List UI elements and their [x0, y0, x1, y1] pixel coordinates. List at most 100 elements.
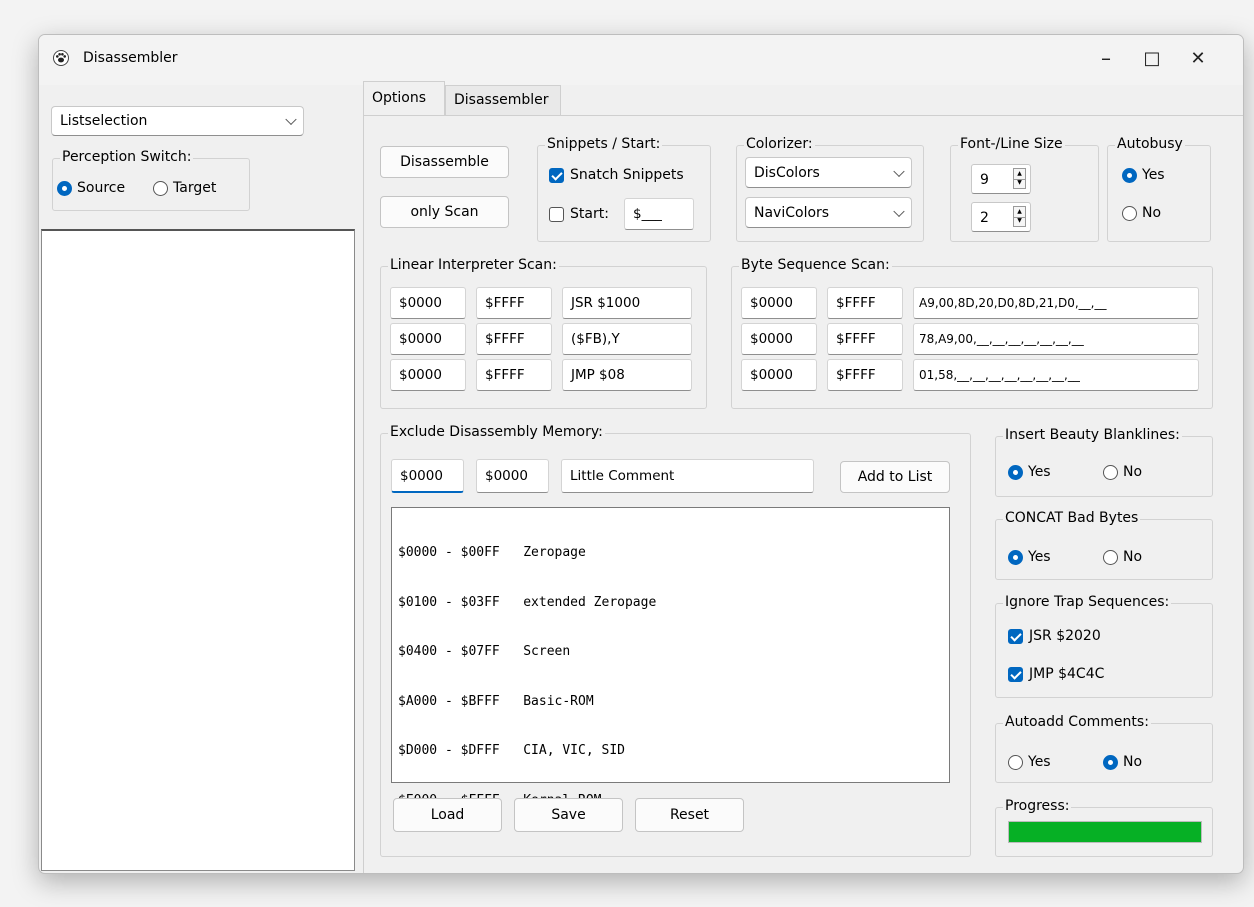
disassemble-label: Disassemble — [400, 154, 489, 170]
chevron-down-icon — [285, 113, 297, 126]
tab-options[interactable]: Options — [363, 81, 445, 115]
exclude-comment-input[interactable]: Little Comment — [561, 459, 814, 493]
disassemble-button[interactable]: Disassemble — [380, 146, 509, 178]
beauty-no-radio[interactable]: No — [1103, 464, 1142, 480]
linear-to-input[interactable]: $FFFF — [476, 287, 552, 319]
byte-to-value: $FFFF — [836, 331, 876, 347]
font-size-value: 9 — [980, 172, 989, 188]
list-item[interactable]: $0000 - $00FF Zeropage — [398, 545, 943, 562]
save-button[interactable]: Save — [514, 798, 623, 832]
exclude-from-value: $0000 — [400, 467, 443, 484]
add-to-list-button[interactable]: Add to List — [840, 461, 950, 493]
autobusy-yes-label: Yes — [1142, 167, 1165, 183]
progress-fill — [1009, 822, 1201, 842]
left-panel: Listselection Perception Switch: Source … — [39, 85, 357, 873]
checkbox-checked-icon — [1008, 666, 1023, 682]
byte-pattern-input[interactable]: 78,A9,00,__,__,__,__,__,__,__ — [913, 323, 1199, 355]
autoadd-no-radio[interactable]: No — [1103, 754, 1142, 770]
byte-from-input[interactable]: $0000 — [741, 287, 817, 319]
only-scan-label: only Scan — [410, 204, 479, 220]
byte-pattern-value: A9,00,8D,20,D0,8D,21,D0,__,__ — [919, 296, 1107, 310]
autobusy-yes-radio[interactable]: Yes — [1122, 167, 1165, 183]
byte-pattern-input[interactable]: 01,58,__,__,__,__,__,__,__,__ — [913, 359, 1199, 391]
linear-pattern-input[interactable]: JSR $1000 — [562, 287, 692, 319]
checkbox-empty-icon — [549, 206, 564, 222]
excluded-memory-list[interactable]: $0000 - $00FF Zeropage $0100 - $03FF ext… — [391, 507, 950, 808]
line-size-spinner[interactable]: 2 ▲ ▼ — [971, 202, 1031, 232]
autoadd-yes-radio[interactable]: Yes — [1008, 754, 1051, 770]
linear-from-input[interactable]: $0000 — [390, 359, 466, 391]
list-item[interactable]: $0400 - $07FF Screen — [398, 644, 943, 661]
autobusy-no-radio[interactable]: No — [1122, 205, 1161, 221]
title-bar[interactable]: Disassembler – □ ✕ — [39, 35, 1243, 85]
linear-from-input[interactable]: $0000 — [390, 323, 466, 355]
linear-pattern-input[interactable]: JMP $08 — [562, 359, 692, 391]
exclude-from-input[interactable]: $0000 — [391, 459, 464, 493]
radio-empty-icon — [1103, 549, 1118, 565]
autoadd-no-label: No — [1123, 754, 1143, 770]
navicolors-combo[interactable]: NaviColors — [745, 197, 912, 228]
spin-down-icon[interactable]: ▼ — [1014, 217, 1025, 227]
byte-from-input[interactable]: $0000 — [741, 323, 817, 355]
ignore-trap-legend: Ignore Trap Sequences: — [1003, 594, 1172, 610]
progress-bar — [1008, 821, 1202, 843]
autoadd-comments-group: Autoadd Comments: Yes No — [995, 714, 1213, 783]
autobusy-group: Autobusy Yes No — [1107, 136, 1211, 242]
radio-selected-icon — [1122, 167, 1137, 183]
minimize-button[interactable]: – — [1083, 35, 1129, 81]
linear-pattern-input[interactable]: ($FB),Y — [562, 323, 692, 355]
list-item[interactable]: $A000 - $BFFF Basic-ROM — [398, 694, 943, 711]
font-size-spinner[interactable]: 9 ▲ ▼ — [971, 164, 1031, 194]
tab-disassembler[interactable]: Disassembler — [445, 85, 561, 115]
byte-to-value: $FFFF — [836, 295, 876, 311]
source-list-box[interactable] — [41, 229, 355, 871]
start-checkbox[interactable]: Start: — [549, 206, 609, 222]
exclude-memory-legend: Exclude Disassembly Memory: — [388, 424, 605, 440]
linear-from-input[interactable]: $0000 — [390, 287, 466, 319]
linear-to-value: $FFFF — [485, 295, 525, 311]
source-radio[interactable]: Source — [57, 180, 125, 196]
radio-selected-icon — [57, 180, 72, 196]
byte-pattern-value: 01,58,__,__,__,__,__,__,__,__ — [919, 368, 1080, 382]
spin-buttons[interactable]: ▲ ▼ — [1013, 206, 1026, 227]
spin-buttons[interactable]: ▲ ▼ — [1013, 168, 1026, 189]
maximize-button[interactable]: □ — [1129, 35, 1175, 81]
load-button[interactable]: Load — [393, 798, 502, 832]
byte-pattern-input[interactable]: A9,00,8D,20,D0,8D,21,D0,__,__ — [913, 287, 1199, 319]
byte-to-input[interactable]: $FFFF — [827, 359, 903, 391]
discolors-combo[interactable]: DisColors — [745, 157, 912, 188]
concat-yes-radio[interactable]: Yes — [1008, 549, 1051, 565]
list-item[interactable]: $D000 - $DFFF CIA, VIC, SID — [398, 743, 943, 760]
radio-empty-icon — [1008, 754, 1023, 770]
radio-empty-icon — [1103, 464, 1118, 480]
byte-to-input[interactable]: $FFFF — [827, 287, 903, 319]
close-icon: ✕ — [1190, 47, 1206, 69]
list-item[interactable]: $0100 - $03FF extended Zeropage — [398, 595, 943, 612]
beauty-yes-radio[interactable]: Yes — [1008, 464, 1051, 480]
paw-icon — [53, 50, 69, 66]
snatch-snippets-checkbox[interactable]: Snatch Snippets — [549, 167, 684, 183]
beauty-yes-label: Yes — [1028, 464, 1051, 480]
exclude-to-input[interactable]: $0000 — [476, 459, 549, 493]
concat-no-radio[interactable]: No — [1103, 549, 1142, 565]
linear-to-input[interactable]: $FFFF — [476, 359, 552, 391]
jsr-2020-checkbox[interactable]: JSR $2020 — [1008, 628, 1101, 644]
spin-down-icon[interactable]: ▼ — [1014, 179, 1025, 189]
beauty-blanklines-legend: Insert Beauty Blanklines: — [1003, 427, 1182, 443]
tab-disassembler-label: Disassembler — [454, 92, 549, 108]
byte-to-input[interactable]: $FFFF — [827, 323, 903, 355]
linear-interpreter-scan-group: Linear Interpreter Scan: $0000 $FFFF JSR… — [380, 257, 707, 409]
radio-selected-icon — [1008, 549, 1023, 565]
checkbox-checked-icon — [549, 167, 564, 183]
jmp-4c4c-checkbox[interactable]: JMP $4C4C — [1008, 666, 1104, 682]
only-scan-button[interactable]: only Scan — [380, 196, 509, 228]
source-label: Source — [77, 180, 126, 196]
linear-to-input[interactable]: $FFFF — [476, 323, 552, 355]
list-selection-combo[interactable]: Listselection — [51, 106, 304, 136]
byte-from-input[interactable]: $0000 — [741, 359, 817, 391]
close-button[interactable]: ✕ — [1175, 35, 1221, 81]
reset-button[interactable]: Reset — [635, 798, 744, 832]
target-radio[interactable]: Target — [153, 180, 216, 196]
linear-to-value: $FFFF — [485, 331, 525, 347]
start-address-input[interactable]: $___ — [624, 198, 694, 230]
